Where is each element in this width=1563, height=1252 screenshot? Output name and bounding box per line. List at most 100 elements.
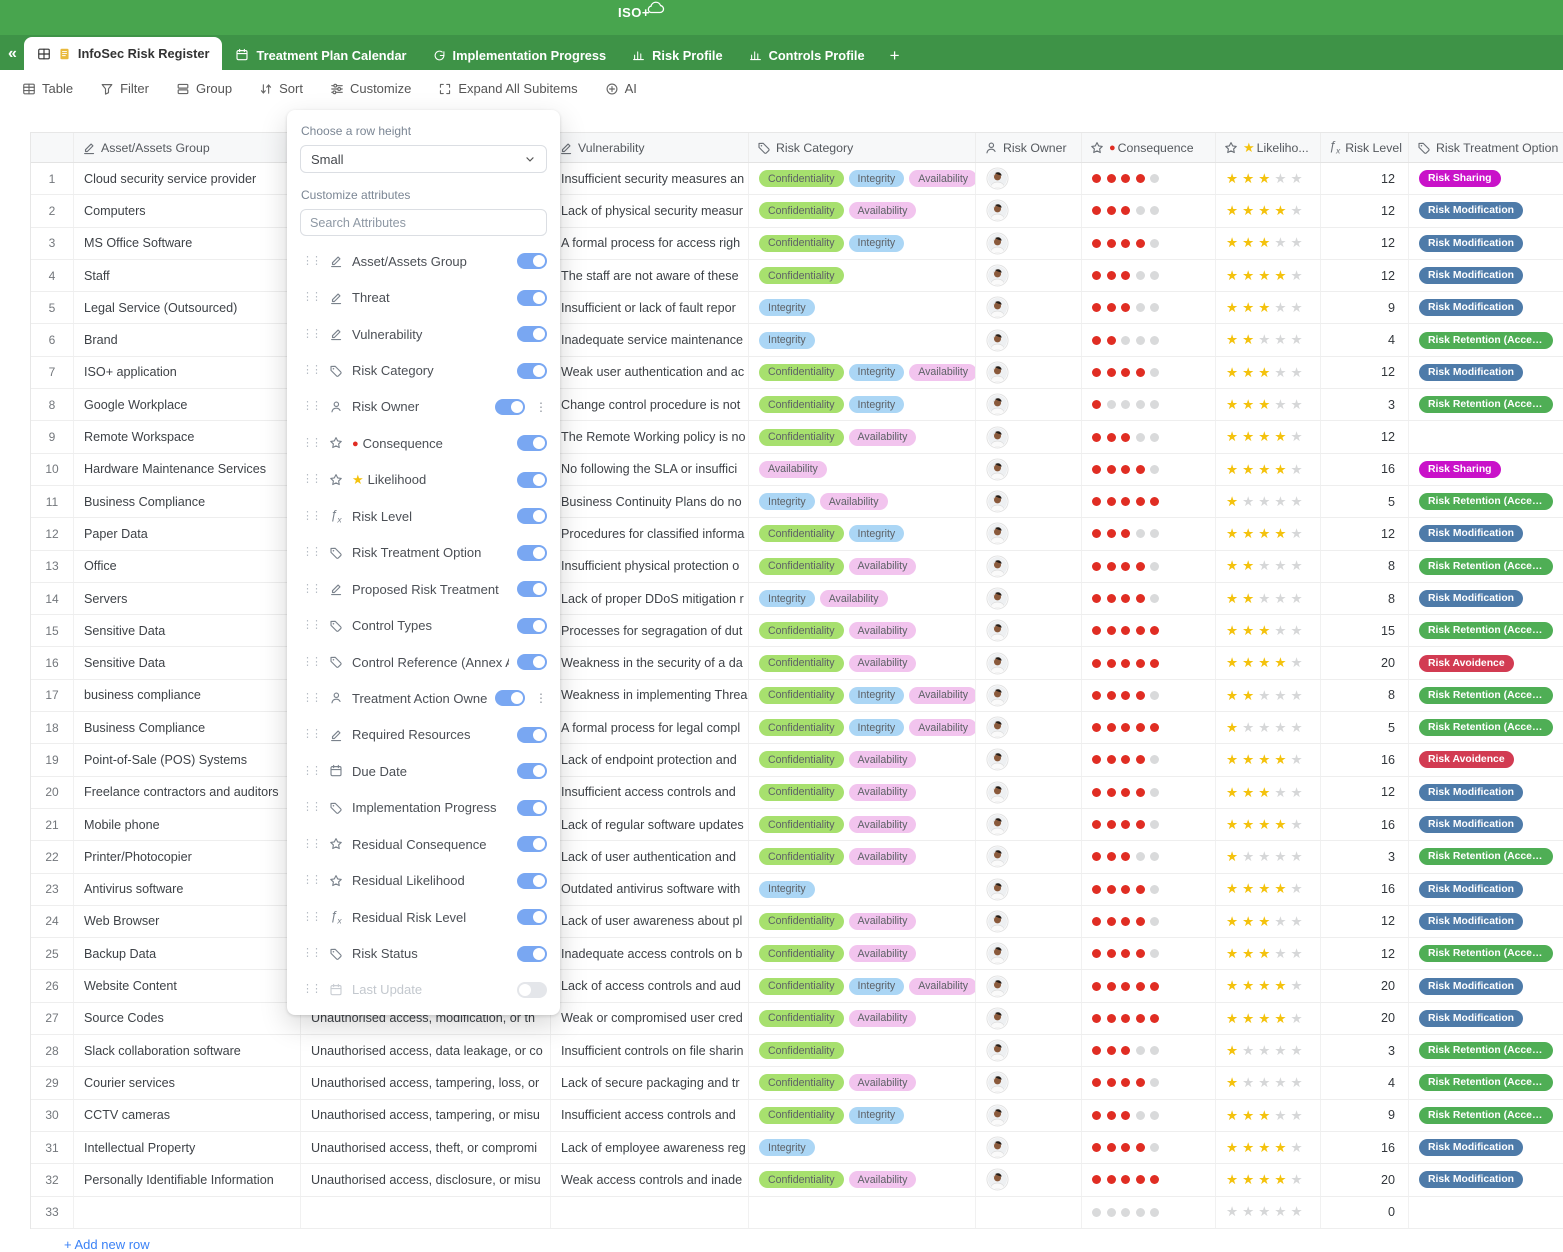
likelihood-star[interactable]: ★ (1226, 559, 1238, 573)
likelihood-star[interactable]: ★ (1274, 398, 1286, 412)
consequence-dot[interactable] (1121, 271, 1130, 280)
likelihood-cell[interactable]: ★★★★★ (1216, 615, 1321, 646)
consequence-dot[interactable] (1136, 691, 1145, 700)
consequence-dot[interactable] (1107, 303, 1116, 312)
consequence-dot[interactable] (1121, 368, 1130, 377)
consequence-dot[interactable] (1092, 723, 1101, 732)
column-header-asset-assets-group[interactable]: Asset/Assets Group (74, 133, 301, 162)
likelihood-star[interactable]: ★ (1258, 398, 1270, 412)
likelihood-star[interactable]: ★ (1242, 430, 1254, 444)
likelihood-star[interactable]: ★ (1258, 366, 1270, 380)
consequence-dot[interactable] (1136, 1046, 1145, 1055)
likelihood-cell[interactable]: ★★★★★ (1216, 583, 1321, 614)
row-number-cell[interactable]: 13 (31, 551, 74, 582)
consequence-dot[interactable] (1150, 336, 1159, 345)
risk-category-cell[interactable]: IntegrityAvailability (749, 486, 976, 517)
tab-controls-profile[interactable]: Controls Profile (736, 40, 878, 70)
consequence-dot[interactable] (1107, 239, 1116, 248)
consequence-dot[interactable] (1150, 691, 1159, 700)
risk-owner-cell[interactable] (976, 841, 1082, 872)
likelihood-star[interactable]: ★ (1274, 1109, 1286, 1123)
consequence-cell[interactable] (1082, 195, 1216, 226)
consequence-cell[interactable] (1082, 583, 1216, 614)
consequence-cell[interactable] (1082, 1067, 1216, 1098)
asset-cell[interactable]: Point-of-Sale (POS) Systems (74, 744, 301, 775)
likelihood-star[interactable]: ★ (1226, 850, 1238, 864)
consequence-dot[interactable] (1150, 368, 1159, 377)
risk-owner-cell[interactable] (976, 712, 1082, 743)
likelihood-star[interactable]: ★ (1290, 495, 1302, 509)
likelihood-star[interactable]: ★ (1242, 1012, 1254, 1026)
likelihood-star[interactable]: ★ (1242, 495, 1254, 509)
consequence-cell[interactable] (1082, 970, 1216, 1001)
drag-handle-icon[interactable]: ⋮⋮ (300, 729, 320, 740)
consequence-cell[interactable] (1082, 292, 1216, 323)
consequence-dot[interactable] (1121, 626, 1130, 635)
consequence-dot[interactable] (1121, 1175, 1130, 1184)
consequence-cell[interactable] (1082, 809, 1216, 840)
consequence-cell[interactable] (1082, 712, 1216, 743)
likelihood-star[interactable]: ★ (1290, 721, 1302, 735)
consequence-dot[interactable] (1107, 659, 1116, 668)
vulnerability-cell[interactable]: Business Continuity Plans do no (551, 486, 749, 517)
asset-cell[interactable]: Freelance contractors and auditors (74, 777, 301, 808)
vulnerability-cell[interactable]: Weak access controls and inade (551, 1164, 749, 1195)
consequence-dot[interactable] (1150, 1208, 1159, 1217)
likelihood-star[interactable]: ★ (1258, 430, 1270, 444)
likelihood-star[interactable]: ★ (1274, 1141, 1286, 1155)
consequence-dot[interactable] (1092, 1143, 1101, 1152)
asset-cell[interactable]: Personally Identifiable Information (74, 1164, 301, 1195)
drag-handle-icon[interactable]: ⋮⋮ (300, 256, 320, 267)
consequence-dot[interactable] (1121, 174, 1130, 183)
risk-owner-cell[interactable] (976, 389, 1082, 420)
likelihood-star[interactable]: ★ (1258, 1141, 1270, 1155)
asset-cell[interactable]: Web Browser (74, 906, 301, 937)
row-number-cell[interactable]: 20 (31, 777, 74, 808)
likelihood-cell[interactable]: ★★★★★ (1216, 357, 1321, 388)
consequence-dot[interactable] (1136, 820, 1145, 829)
likelihood-cell[interactable]: ★★★★★ (1216, 777, 1321, 808)
likelihood-star[interactable]: ★ (1290, 236, 1302, 250)
likelihood-star[interactable]: ★ (1258, 1076, 1270, 1090)
likelihood-star[interactable]: ★ (1242, 786, 1254, 800)
consequence-dot[interactable] (1092, 497, 1101, 506)
likelihood-star[interactable]: ★ (1242, 463, 1254, 477)
likelihood-cell[interactable]: ★★★★★ (1216, 841, 1321, 872)
asset-cell[interactable]: Remote Workspace (74, 421, 301, 452)
toolbar-group-button[interactable]: Group (176, 81, 232, 96)
visibility-toggle[interactable] (517, 654, 547, 670)
consequence-dot[interactable] (1107, 1014, 1116, 1023)
risk-treatment-cell[interactable]: Risk Modification (1409, 357, 1563, 388)
risk-category-cell[interactable]: Confidentiality (749, 260, 976, 291)
consequence-dot[interactable] (1136, 433, 1145, 442)
consequence-dot[interactable] (1092, 206, 1101, 215)
consequence-cell[interactable] (1082, 163, 1216, 194)
likelihood-star[interactable]: ★ (1274, 721, 1286, 735)
consequence-dot[interactable] (1121, 594, 1130, 603)
column-header-likeliho-[interactable]: ★Likeliho... (1216, 133, 1321, 162)
consequence-dot[interactable] (1150, 400, 1159, 409)
likelihood-star[interactable]: ★ (1242, 366, 1254, 380)
risk-category-cell[interactable]: ConfidentialityAvailability (749, 1003, 976, 1034)
consequence-dot[interactable] (1107, 594, 1116, 603)
drag-handle-icon[interactable]: ⋮⋮ (300, 474, 320, 485)
likelihood-star[interactable]: ★ (1242, 204, 1254, 218)
vulnerability-cell[interactable]: Insufficient access controls and (551, 777, 749, 808)
likelihood-star[interactable]: ★ (1274, 786, 1286, 800)
likelihood-star[interactable]: ★ (1226, 301, 1238, 315)
likelihood-star[interactable]: ★ (1258, 495, 1270, 509)
risk-owner-cell[interactable] (976, 744, 1082, 775)
likelihood-star[interactable]: ★ (1226, 656, 1238, 670)
risk-treatment-cell[interactable]: Risk Modification (1409, 1003, 1563, 1034)
consequence-dot[interactable] (1107, 1175, 1116, 1184)
asset-cell[interactable]: Intellectual Property (74, 1132, 301, 1163)
row-number-cell[interactable]: 18 (31, 712, 74, 743)
consequence-dot[interactable] (1150, 303, 1159, 312)
asset-cell[interactable]: ISO+ application (74, 357, 301, 388)
consequence-dot[interactable] (1107, 271, 1116, 280)
row-number-cell[interactable]: 21 (31, 809, 74, 840)
row-number-cell[interactable]: 5 (31, 292, 74, 323)
likelihood-star[interactable]: ★ (1274, 1012, 1286, 1026)
asset-cell[interactable]: Paper Data (74, 518, 301, 549)
consequence-dot[interactable] (1121, 1143, 1130, 1152)
